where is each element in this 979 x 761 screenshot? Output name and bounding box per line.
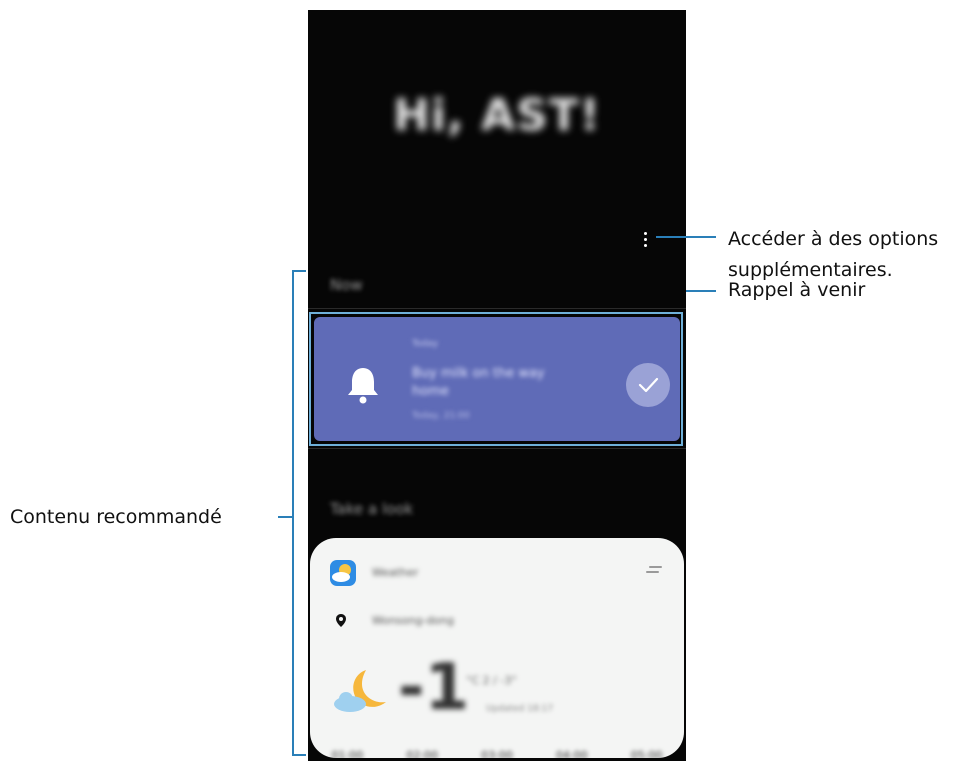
hourly-forecast: 01:00 02:00 03:00 04:00 05:00 — [310, 749, 684, 758]
phone-screen: Hi, AST! Now Today Buy milk on the way h… — [308, 10, 686, 761]
hour-label: 02:00 — [406, 749, 439, 758]
weather-app-icon — [330, 560, 356, 586]
weather-app-name: Weather — [372, 566, 419, 579]
callout-line-options — [656, 236, 716, 238]
hour-label: 01:00 — [331, 749, 364, 758]
divider — [308, 448, 686, 449]
callout-recommended: Contenu recommandé — [10, 506, 222, 528]
moon-cloud-icon — [332, 666, 392, 720]
drag-handle-icon[interactable] — [646, 566, 662, 574]
temperature-detail: °C 2 / -3° — [466, 674, 517, 687]
weather-updated-time: Updated 18:17 — [486, 704, 554, 714]
divider — [308, 308, 686, 309]
hour-label: 04:00 — [555, 749, 588, 758]
bracket-top-recommended — [292, 270, 306, 272]
location-pin-icon — [336, 612, 346, 631]
reminder-date-label: Today — [412, 339, 439, 349]
reminder-card[interactable]: Today Buy milk on the way home Today, 21… — [314, 317, 680, 441]
temperature-value: -1 — [398, 651, 470, 725]
callout-line-recommended — [278, 516, 292, 518]
callout-reminder: Rappel à venir — [728, 279, 866, 301]
reminder-title: Buy milk on the way home — [412, 366, 545, 399]
callout-line-reminder — [686, 290, 716, 292]
bell-icon — [346, 365, 380, 409]
greeting-title: Hi, AST! — [393, 90, 601, 141]
complete-reminder-button[interactable] — [626, 363, 670, 407]
hour-label: 03:00 — [481, 749, 513, 758]
section-take-a-look-heading: Take a look — [330, 500, 414, 518]
weather-card[interactable]: Weather Wonsong-dong -1 °C 2 / -3° Updat… — [310, 538, 684, 758]
reminder-time: Today, 21:00 — [412, 411, 470, 421]
bracket-line-recommended — [292, 270, 294, 756]
more-options-icon[interactable] — [638, 230, 654, 248]
section-now-heading: Now — [330, 276, 363, 294]
check-icon — [638, 377, 659, 393]
hour-label: 05:00 — [630, 749, 663, 758]
bracket-bottom-recommended — [292, 754, 306, 756]
weather-location: Wonsong-dong — [372, 614, 454, 627]
